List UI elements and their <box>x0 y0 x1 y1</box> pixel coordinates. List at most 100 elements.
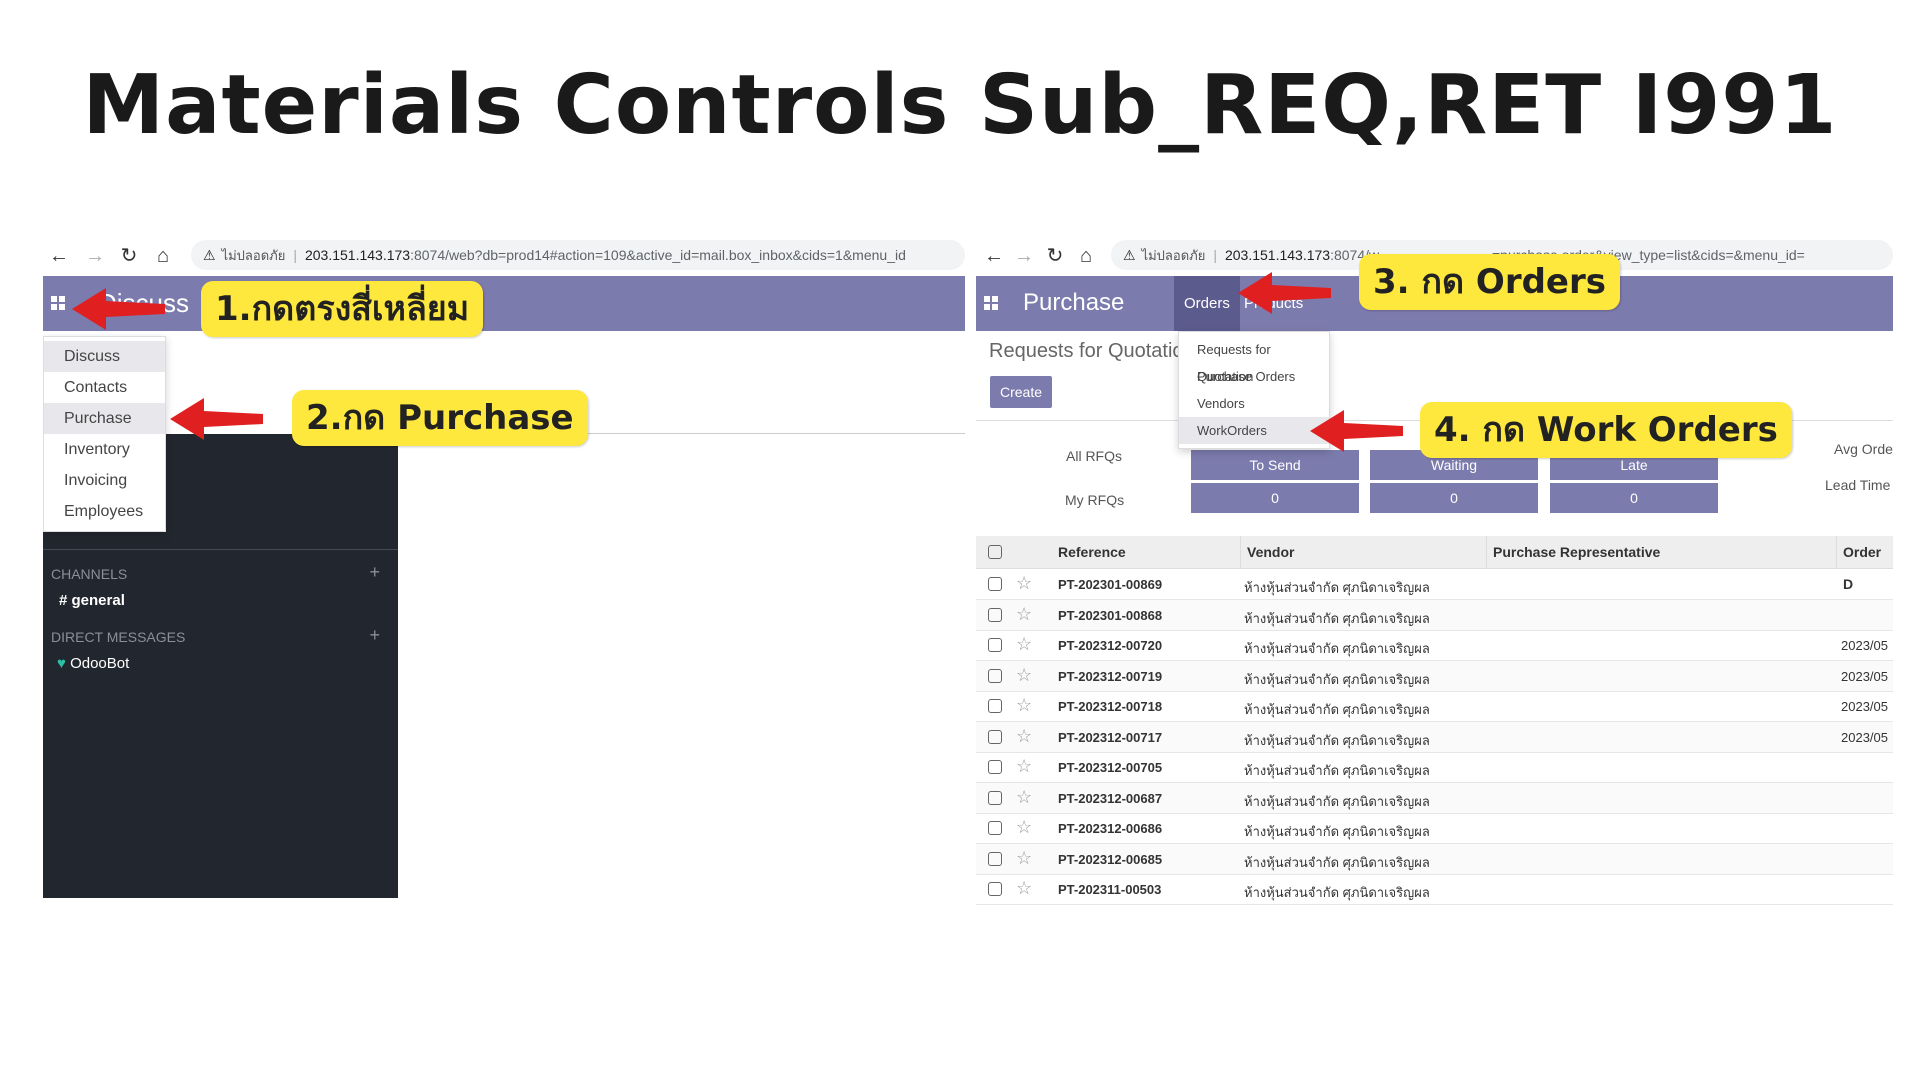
menu-item-invoicing[interactable]: Invoicing <box>44 465 165 496</box>
row-reference: PT-202312-00686 <box>1058 821 1163 836</box>
my-late-count[interactable]: 0 <box>1550 483 1718 513</box>
callout-step-4: 4. กด Work Orders <box>1420 402 1792 458</box>
page-title: Requests for Quotation <box>989 340 1195 362</box>
row-checkbox[interactable] <box>988 790 1002 805</box>
menu-item-employees[interactable]: Employees <box>44 496 165 527</box>
table-row[interactable]: ☆ PT-202312-00685 ห้างหุ้นส่วนจำกัด ศุภนิด… <box>976 843 1893 875</box>
channels-heading: CHANNELS <box>51 566 128 582</box>
table-row[interactable]: ☆ PT-202312-00705 ห้างหุ้นส่วนจำกัด ศุภนิด… <box>976 752 1893 783</box>
select-all-checkbox[interactable] <box>988 545 1002 559</box>
row-order-date: 2023/05 <box>1841 729 1888 745</box>
table-row[interactable]: ☆ PT-202301-00868 ห้างหุ้นส่วนจำกัด ศุภนิด… <box>976 599 1893 631</box>
row-checkbox[interactable] <box>988 668 1002 683</box>
row-checkbox[interactable] <box>988 699 1002 713</box>
my-to-send-count[interactable]: 0 <box>1191 483 1359 513</box>
column-reference[interactable]: Reference <box>1058 544 1126 560</box>
add-dm-icon[interactable]: + <box>369 625 380 646</box>
star-icon[interactable]: ☆ <box>1016 756 1032 777</box>
app-title: Purchase <box>1023 289 1125 316</box>
menu-item-workorders[interactable]: WorkOrders <box>1179 417 1329 444</box>
menu-item-contacts[interactable]: Contacts <box>44 372 165 403</box>
callout-step-1: 1.กดตรงสี่เหลี่ยม <box>201 281 484 337</box>
table-row[interactable]: ☆ PT-202312-00720 ห้างหุ้นส่วนจำกัด ศุภนิด… <box>976 630 1893 661</box>
tab-orders[interactable]: Orders <box>1174 276 1240 331</box>
dm-odoobot[interactable]: ♥ OdooBot <box>57 655 129 672</box>
row-order-date: 2023/05 <box>1841 638 1888 653</box>
arrow-step-3-icon <box>1238 272 1331 314</box>
home-icon[interactable]: ⌂ <box>1074 244 1098 268</box>
row-reference: PT-202312-00705 <box>1058 760 1163 775</box>
channel-general[interactable]: # general <box>59 592 125 609</box>
column-order-date[interactable]: Order D <box>1836 536 1893 592</box>
row-reference: PT-202312-00717 <box>1058 729 1163 745</box>
table-row[interactable]: ☆ PT-202312-00687 ห้างหุ้นส่วนจำกัด ศุภนิด… <box>976 782 1893 814</box>
table-row[interactable]: ☆ PT-202301-00869 ห้างหุ้นส่วนจำกัด ศุภนิด… <box>976 569 1893 600</box>
star-icon[interactable]: ☆ <box>1016 604 1032 625</box>
back-arrow-icon[interactable]: ← <box>47 244 71 268</box>
row-checkbox[interactable] <box>988 638 1002 652</box>
apps-dropdown: Discuss Contacts Purchase Inventory Invo… <box>43 336 166 532</box>
table-row[interactable]: ☆ PT-202312-00686 ห้างหุ้นส่วนจำกัด ศุภนิด… <box>976 813 1893 844</box>
star-icon[interactable]: ☆ <box>1016 848 1032 869</box>
back-arrow-icon[interactable]: ← <box>982 244 1006 268</box>
row-checkbox[interactable] <box>988 882 1002 896</box>
row-order-date: 2023/05 <box>1841 668 1888 684</box>
menu-item-discuss[interactable]: Discuss <box>44 341 165 372</box>
add-channel-icon[interactable]: + <box>369 562 380 583</box>
row-vendor: ห้างหุ้นส่วนจำกัด ศุภนิดาเจริญผล <box>1244 885 1430 900</box>
my-waiting-count[interactable]: 0 <box>1370 483 1538 513</box>
warning-icon: ⚠ <box>1123 247 1136 263</box>
column-purchase-rep[interactable]: Purchase Representative <box>1486 536 1660 568</box>
row-checkbox[interactable] <box>988 729 1002 744</box>
menu-item-requests-for-quotation[interactable]: Requests for Quotation <box>1179 336 1329 384</box>
table-row[interactable]: ☆ PT-202312-00719 ห้างหุ้นส่วนจำกัด ศุภนิด… <box>976 660 1893 692</box>
hash-icon: # <box>59 592 72 609</box>
menu-item-vendors[interactable]: Vendors <box>1179 390 1329 417</box>
star-icon[interactable]: ☆ <box>1016 634 1032 655</box>
row-vendor: ห้างหุ้นส่วนจำกัด ศุภนิดาเจริญผล <box>1244 793 1430 809</box>
row-reference: PT-202312-00685 <box>1058 851 1163 867</box>
browser-toolbar: ← → ↻ ⌂ ⚠ ไม่ปลอดภัย | 203.151.143.173:8074… <box>43 236 965 276</box>
url-host: 203.151.143.173 <box>1224 247 1331 263</box>
star-icon[interactable]: ☆ <box>1016 695 1032 716</box>
table-row[interactable]: ☆ PT-202311-00503 ห้างหุ้นส่วนจำกัด ศุภนิด… <box>976 874 1893 905</box>
star-icon[interactable]: ☆ <box>1016 787 1032 808</box>
row-checkbox[interactable] <box>988 760 1002 774</box>
star-icon[interactable]: ☆ <box>1016 817 1032 838</box>
reload-icon[interactable]: ↻ <box>117 244 141 268</box>
reload-icon[interactable]: ↻ <box>1043 244 1067 268</box>
home-icon[interactable]: ⌂ <box>151 244 175 268</box>
star-icon[interactable]: ☆ <box>1016 573 1032 594</box>
my-rfqs-label: My RFQs <box>1065 492 1125 508</box>
url-separator: | <box>293 247 297 263</box>
heart-icon: ♥ <box>57 655 66 672</box>
star-icon[interactable]: ☆ <box>1016 665 1032 686</box>
row-reference: PT-202301-00869 <box>1058 577 1163 592</box>
create-button[interactable]: Create <box>990 376 1052 408</box>
table-row[interactable]: ☆ PT-202312-00718 ห้างหุ้นส่วนจำกัด ศุภนิด… <box>976 691 1893 722</box>
column-vendor[interactable]: Vendor <box>1240 536 1294 568</box>
row-checkbox[interactable] <box>988 821 1002 835</box>
star-icon[interactable]: ☆ <box>1016 726 1032 747</box>
menu-item-purchase-orders[interactable]: Purchase Orders <box>1179 363 1329 390</box>
table-row[interactable]: ☆ PT-202312-00717 ห้างหุ้นส่วนจำกัด ศุภนิด… <box>976 721 1893 753</box>
apps-grid-icon[interactable] <box>51 296 65 310</box>
apps-grid-icon[interactable] <box>984 296 998 310</box>
row-checkbox[interactable] <box>988 851 1002 866</box>
forward-arrow-icon[interactable]: → <box>1012 244 1036 268</box>
forward-arrow-icon[interactable]: → <box>83 244 107 268</box>
lead-time-label: Lead Time <box>1825 477 1891 493</box>
slide-title: Materials Controls Sub_REQ,RET I991 <box>82 58 1838 153</box>
arrow-step-4-icon <box>1310 410 1403 452</box>
row-reference: PT-202311-00503 <box>1058 882 1162 897</box>
direct-messages-heading: DIRECT MESSAGES <box>51 629 186 645</box>
row-checkbox[interactable] <box>988 577 1002 591</box>
menu-item-inventory[interactable]: Inventory <box>44 434 165 465</box>
address-bar[interactable]: ⚠ ไม่ปลอดภัย | 203.151.143.173:8074/web?db=… <box>191 240 965 270</box>
row-vendor: ห้างหุ้นส่วนจำกัด ศุภนิดาเจริญผล <box>1244 641 1430 656</box>
row-checkbox[interactable] <box>988 607 1002 622</box>
menu-item-purchase[interactable]: Purchase <box>44 403 165 434</box>
odoo-navbar: Discuss <box>43 276 965 331</box>
row-vendor: ห้างหุ้นส่วนจำกัด ศุภนิดาเจริญผล <box>1244 580 1430 595</box>
star-icon[interactable]: ☆ <box>1016 878 1032 899</box>
